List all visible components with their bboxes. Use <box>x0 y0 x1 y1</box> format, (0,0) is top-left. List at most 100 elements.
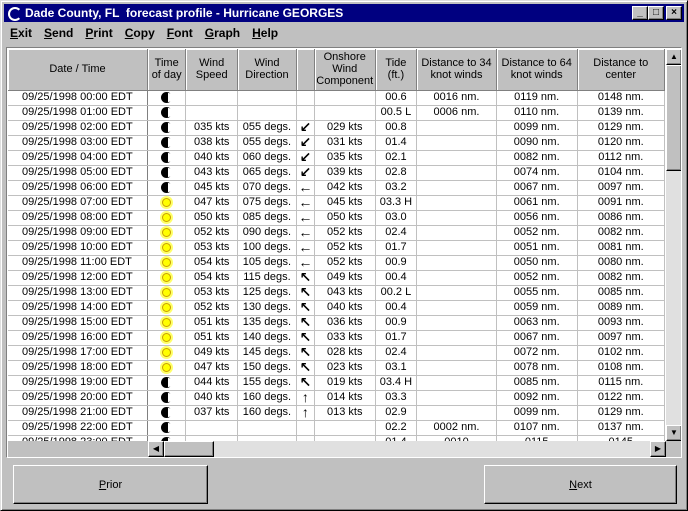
header-distance-34[interactable]: Distance to 34 knot winds <box>416 49 497 91</box>
header-onshore-wind[interactable]: Onshore Wind Component <box>314 49 376 91</box>
distance-center-cell: 0097 nm. <box>577 180 665 196</box>
distance-64-cell: 0072 nm. <box>496 345 578 361</box>
table-row[interactable]: 09/25/1998 21:00 EDT 037 kts 160 degs. ↑ 013… <box>8 405 665 421</box>
table-row[interactable]: 09/25/1998 08:00 EDT 050 kts 085 degs. ← 050… <box>8 210 665 226</box>
minimize-button[interactable]: _ <box>632 6 648 20</box>
wind-direction-cell: 115 degs. <box>237 270 297 286</box>
table-row[interactable]: 09/25/1998 19:00 EDT 044 kts 155 degs. ↖ 019… <box>8 375 665 391</box>
tide-cell: 00.6 <box>375 90 418 106</box>
header-tide[interactable]: Tide (ft.) <box>375 49 418 91</box>
menu-print[interactable]: Print <box>79 26 118 40</box>
wind-direction-cell: 105 degs. <box>237 255 297 271</box>
grid-viewport[interactable]: Date / Time Time of day Wind Speed Wind Dir… <box>8 49 665 441</box>
wind-speed-cell: 052 kts <box>185 300 239 316</box>
wind-direction-cell: 070 degs. <box>237 180 297 196</box>
table-row[interactable]: 09/25/1998 11:00 EDT 054 kts 105 degs. ← 052… <box>8 255 665 271</box>
header-wind-arrow[interactable] <box>296 49 315 91</box>
tide-cell: 00.5 L <box>375 105 418 121</box>
date-cell: 09/25/1998 19:00 EDT <box>8 375 148 391</box>
table-row[interactable]: 09/25/1998 09:00 EDT 052 kts 090 degs. ← 052… <box>8 225 665 241</box>
table-row[interactable]: 09/25/1998 18:00 EDT 047 kts 150 degs. ↖ 023… <box>8 360 665 376</box>
window-title: Dade County, FL forecast profile - Hurri… <box>25 6 344 20</box>
header-distance-64[interactable]: Distance to 64 knot winds <box>496 49 578 91</box>
app-icon[interactable] <box>7 6 22 21</box>
date-cell: 09/25/1998 10:00 EDT <box>8 240 148 256</box>
scroll-left-arrow-icon[interactable]: ◀ <box>148 441 164 457</box>
wind-speed-cell: 047 kts <box>185 360 239 376</box>
distance-34-cell <box>416 180 497 196</box>
wind-arrow-icon <box>296 105 315 121</box>
table-row[interactable]: 09/25/1998 15:00 EDT 051 kts 135 degs. ↖ 036… <box>8 315 665 331</box>
title-bar[interactable]: Dade County, FL forecast profile - Hurri… <box>4 4 684 22</box>
onshore-cell: 013 kts <box>314 405 376 421</box>
next-button[interactable]: Next <box>484 465 677 504</box>
horizontal-scrollbar[interactable]: ◀ ▶ <box>148 441 666 457</box>
table-row[interactable]: 09/25/1998 12:00 EDT 054 kts 115 degs. ↖ 049… <box>8 270 665 286</box>
wind-arrow-icon: ↙ <box>296 165 315 181</box>
table-row[interactable]: 09/25/1998 17:00 EDT 049 kts 145 degs. ↖ 028… <box>8 345 665 361</box>
table-row[interactable]: 09/25/1998 20:00 EDT 040 kts 160 degs. ↑ 014… <box>8 390 665 406</box>
table-row[interactable]: 09/25/1998 10:00 EDT 053 kts 100 degs. ← 052… <box>8 240 665 256</box>
vertical-scrollbar[interactable]: ▲ ▼ <box>666 49 681 441</box>
vertical-scroll-thumb[interactable] <box>666 65 681 171</box>
menu-help[interactable]: Help <box>246 26 284 40</box>
distance-34-cell: 0002 nm. <box>416 420 497 436</box>
table-row[interactable]: 09/25/1998 03:00 EDT 038 kts 055 degs. ↙ 031… <box>8 135 665 151</box>
header-time-of-day[interactable]: Time of day <box>147 49 187 91</box>
time-of-day-cell <box>147 225 187 241</box>
scroll-down-arrow-icon[interactable]: ▼ <box>666 425 681 441</box>
distance-64-cell: 0078 nm. <box>496 360 578 376</box>
maximize-button[interactable]: □ <box>648 6 664 20</box>
table-row[interactable]: 09/25/1998 06:00 EDT 045 kts 070 degs. ← 042… <box>8 180 665 196</box>
scroll-up-arrow-icon[interactable]: ▲ <box>666 49 681 65</box>
onshore-cell: 029 kts <box>314 120 376 136</box>
distance-34-cell <box>416 210 497 226</box>
distance-34-cell <box>416 285 497 301</box>
menu-font[interactable]: Font <box>161 26 199 40</box>
wind-speed-cell: 054 kts <box>185 270 239 286</box>
time-of-day-cell <box>147 330 187 346</box>
wind-speed-cell: 051 kts <box>185 330 239 346</box>
close-button[interactable]: × <box>666 6 682 20</box>
table-row[interactable]: 09/25/1998 00:00 EDT 00.6 0016 nm. 0119 nm.… <box>8 90 665 106</box>
time-of-day-cell <box>147 135 187 151</box>
table-row[interactable]: 09/25/1998 22:00 EDT 02.2 0002 nm. 0107 nm.… <box>8 420 665 436</box>
distance-34-cell <box>416 165 497 181</box>
wind-speed-cell <box>185 420 239 436</box>
distance-64-cell: 0056 nm. <box>496 210 578 226</box>
header-distance-center[interactable]: Distance to center <box>577 49 665 91</box>
wind-direction-cell: 160 degs. <box>237 390 297 406</box>
distance-center-cell: 0089 nm. <box>577 300 665 316</box>
distance-center-cell: 0120 nm. <box>577 135 665 151</box>
table-row[interactable]: 09/25/1998 07:00 EDT 047 kts 075 degs. ← 045… <box>8 195 665 211</box>
wind-arrow-icon: ← <box>296 255 315 271</box>
header-wind-direction[interactable]: Wind Direction <box>237 49 297 91</box>
tide-cell: 00.4 <box>375 300 418 316</box>
header-date-time[interactable]: Date / Time <box>8 49 148 91</box>
moon-icon <box>161 376 174 388</box>
scroll-right-arrow-icon[interactable]: ▶ <box>650 441 666 457</box>
wind-arrow-icon: ↙ <box>296 120 315 136</box>
distance-center-cell: 0148 nm. <box>577 90 665 106</box>
menu-exit[interactable]: Exit <box>4 26 38 40</box>
table-row[interactable]: 09/25/1998 02:00 EDT 035 kts 055 degs. ↙ 029… <box>8 120 665 136</box>
table-row[interactable]: 09/25/1998 16:00 EDT 051 kts 140 degs. ↖ 033… <box>8 330 665 346</box>
time-of-day-cell <box>147 345 187 361</box>
table-row[interactable]: 09/25/1998 14:00 EDT 052 kts 130 degs. ↖ 040… <box>8 300 665 316</box>
time-of-day-cell <box>147 255 187 271</box>
prior-button[interactable]: Prior <box>13 465 208 504</box>
table-row[interactable]: 09/25/1998 05:00 EDT 043 kts 065 degs. ↙ 039… <box>8 165 665 181</box>
table-row[interactable]: 09/25/1998 01:00 EDT 00.5 L 0006 nm. 0110 n… <box>8 105 665 121</box>
table-row[interactable]: 09/25/1998 04:00 EDT 040 kts 060 degs. ↙ 035… <box>8 150 665 166</box>
menu-copy[interactable]: Copy <box>119 26 161 40</box>
header-wind-speed[interactable]: Wind Speed <box>185 49 239 91</box>
wind-arrow-icon: ← <box>296 180 315 196</box>
wind-direction-cell: 140 degs. <box>237 330 297 346</box>
wind-direction-cell: 150 degs. <box>237 360 297 376</box>
distance-34-cell <box>416 120 497 136</box>
tide-cell: 03.4 H <box>375 375 418 391</box>
horizontal-scroll-thumb[interactable] <box>164 441 214 457</box>
table-row[interactable]: 09/25/1998 13:00 EDT 053 kts 125 degs. ↖ 043… <box>8 285 665 301</box>
menu-graph[interactable]: Graph <box>199 26 246 40</box>
menu-send[interactable]: Send <box>38 26 79 40</box>
